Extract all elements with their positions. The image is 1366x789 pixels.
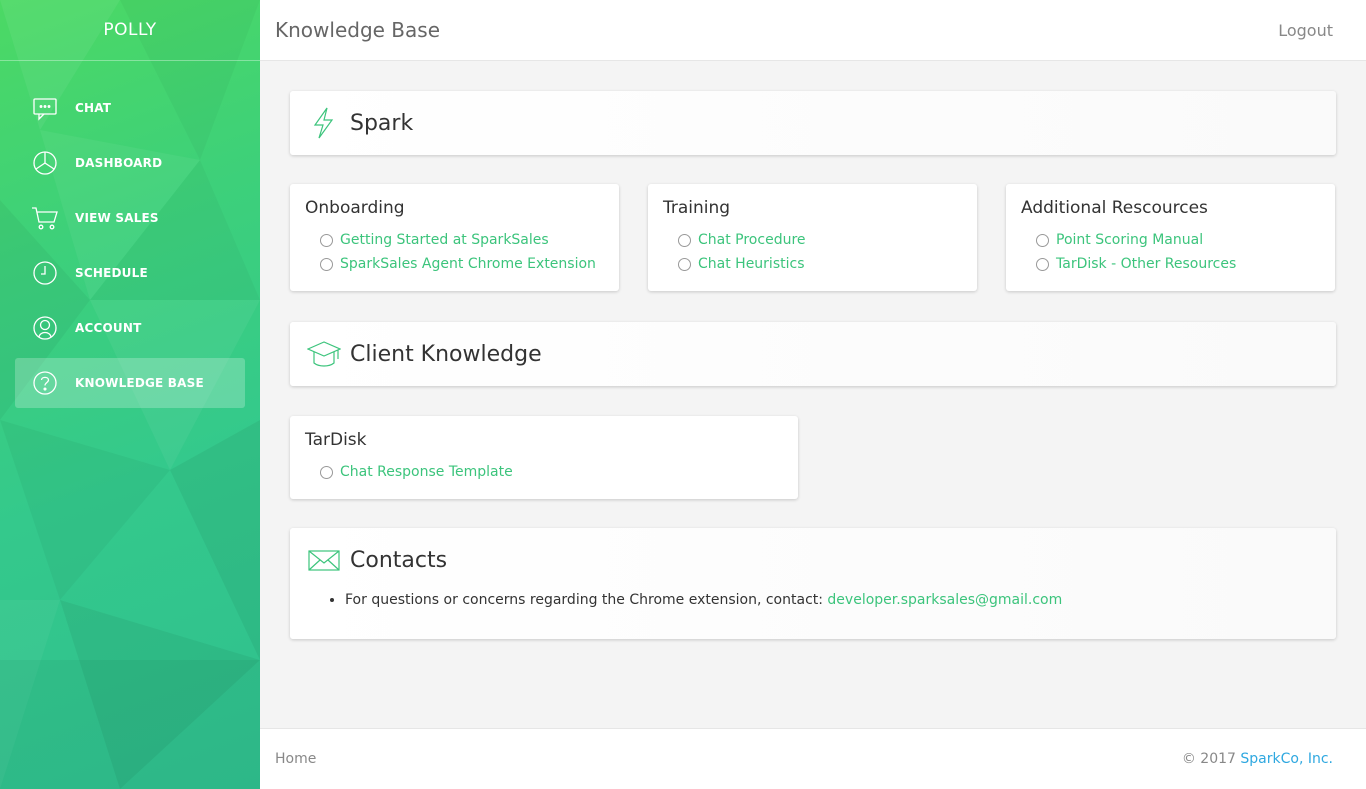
card-title: Onboarding xyxy=(305,198,405,218)
list-item: SparkSales Agent Chrome Extension xyxy=(320,252,604,276)
chat-bubble-icon xyxy=(15,94,75,122)
contact-text: For questions or concerns regarding the … xyxy=(345,592,828,608)
user-icon xyxy=(15,314,75,342)
contact-list-item: For questions or concerns regarding the … xyxy=(345,592,1336,608)
spark-section-header: Spark xyxy=(290,91,1336,155)
shopping-cart-icon xyxy=(15,204,75,232)
sidebar-item-label: CHAT xyxy=(75,101,112,115)
logout-link[interactable]: Logout xyxy=(1278,21,1333,40)
radio-circle-icon xyxy=(1036,257,1049,271)
company-link[interactable]: SparkCo, Inc. xyxy=(1240,751,1333,767)
graduation-cap-icon xyxy=(307,341,341,367)
help-circle-icon xyxy=(15,369,75,397)
list-item: TarDisk - Other Resources xyxy=(1036,252,1320,276)
brand-name[interactable]: POLLY xyxy=(0,0,260,61)
footer-copyright: © 2017 SparkCo, Inc. xyxy=(1182,751,1333,767)
lightning-bolt-icon xyxy=(313,107,334,139)
link-chat-heuristics[interactable]: Chat Heuristics xyxy=(698,256,805,272)
radio-circle-icon xyxy=(320,257,333,271)
link-point-scoring-manual[interactable]: Point Scoring Manual xyxy=(1056,232,1203,248)
sidebar-item-view-sales[interactable]: VIEW SALES xyxy=(15,193,245,243)
radio-circle-icon xyxy=(320,233,333,247)
sidebar-item-dashboard[interactable]: DASHBOARD xyxy=(15,138,245,188)
spark-cards: Onboarding Getting Started at SparkSales… xyxy=(290,184,1336,291)
radio-circle-icon xyxy=(320,465,333,479)
top-header: Knowledge Base Logout xyxy=(260,0,1366,61)
link-chrome-extension[interactable]: SparkSales Agent Chrome Extension xyxy=(340,256,596,272)
copyright-text: © 2017 xyxy=(1181,751,1241,767)
list-item: Point Scoring Manual xyxy=(1036,228,1320,252)
sidebar-item-label: KNOWLEDGE BASE xyxy=(75,376,204,390)
link-chat-response-template[interactable]: Chat Response Template xyxy=(340,464,513,480)
sidebar-item-label: ACCOUNT xyxy=(75,321,142,335)
pie-chart-icon xyxy=(15,149,75,177)
sidebar-item-label: DASHBOARD xyxy=(75,156,163,170)
list-item: Chat Heuristics xyxy=(678,252,962,276)
sidebar-item-schedule[interactable]: SCHEDULE xyxy=(15,248,245,298)
sidebar-item-chat[interactable]: CHAT xyxy=(15,83,245,133)
list-item: Getting Started at SparkSales xyxy=(320,228,604,252)
link-tardisk-other-resources[interactable]: TarDisk - Other Resources xyxy=(1056,256,1236,272)
list-item: Chat Response Template xyxy=(320,460,783,484)
footer: Home © 2017 SparkCo, Inc. xyxy=(260,728,1366,789)
contact-email-link[interactable]: developer.sparksales@gmail.com xyxy=(827,592,1062,608)
list-item: Chat Procedure xyxy=(678,228,962,252)
card-tardisk: TarDisk Chat Response Template xyxy=(290,416,798,499)
sidebar-item-knowledge-base[interactable]: KNOWLEDGE BASE xyxy=(15,358,245,408)
page-title: Knowledge Base xyxy=(275,18,440,42)
main-content: Spark Onboarding Getting Started at Spar… xyxy=(290,91,1336,639)
card-additional-resources: Additional Rescources Point Scoring Manu… xyxy=(1006,184,1335,291)
radio-circle-icon xyxy=(678,233,691,247)
link-getting-started[interactable]: Getting Started at SparkSales xyxy=(340,232,549,248)
sidebar-item-label: VIEW SALES xyxy=(75,211,159,225)
footer-home-link[interactable]: Home xyxy=(275,751,316,767)
section-title: Client Knowledge xyxy=(350,341,542,367)
link-chat-procedure[interactable]: Chat Procedure xyxy=(698,232,806,248)
card-title: TarDisk xyxy=(305,430,367,450)
radio-circle-icon xyxy=(678,257,691,271)
card-title: Training xyxy=(663,198,731,218)
client-cards: TarDisk Chat Response Template xyxy=(290,416,1336,499)
sidebar-item-label: SCHEDULE xyxy=(75,266,148,280)
contacts-section: Contacts For questions or concerns regar… xyxy=(290,528,1336,639)
section-title: Contacts xyxy=(350,547,448,573)
clock-icon xyxy=(15,259,75,287)
section-title: Spark xyxy=(350,110,414,136)
card-title: Additional Rescources xyxy=(1021,198,1208,218)
client-knowledge-section-header: Client Knowledge xyxy=(290,322,1336,386)
sidebar-nav: CHAT DASHBOARD VIEW SALES SCHEDULE ACCOU… xyxy=(0,61,260,408)
card-training: Training Chat Procedure Chat Heuristics xyxy=(648,184,977,291)
radio-circle-icon xyxy=(1036,233,1049,247)
sidebar-item-account[interactable]: ACCOUNT xyxy=(15,303,245,353)
card-onboarding: Onboarding Getting Started at SparkSales… xyxy=(290,184,619,291)
envelope-icon xyxy=(308,550,340,571)
sidebar: POLLY CHAT DASHBOARD VIEW SALES SCHEDULE… xyxy=(0,0,260,789)
